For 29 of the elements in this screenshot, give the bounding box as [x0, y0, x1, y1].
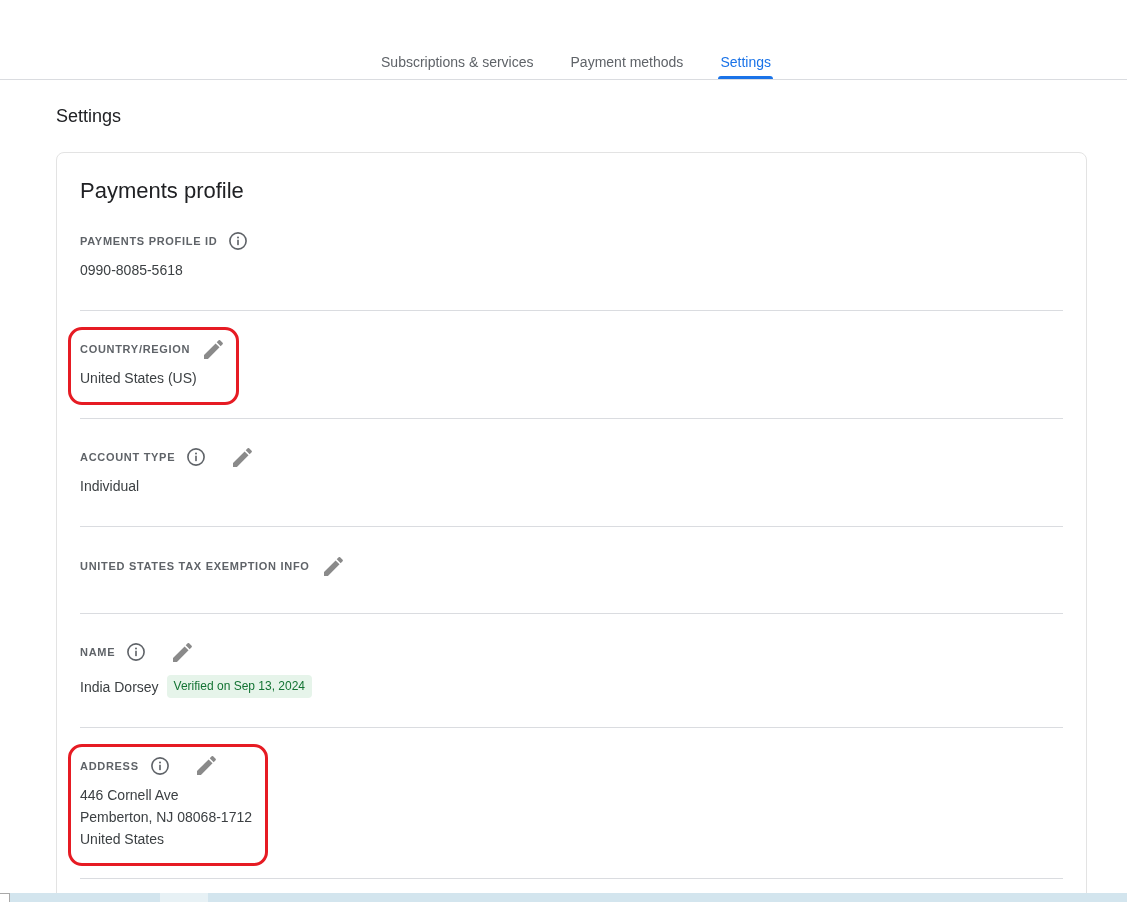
page-heading: Settings [56, 105, 122, 128]
info-icon[interactable] [127, 643, 146, 661]
field-label: NAME [80, 645, 116, 660]
info-icon[interactable] [229, 232, 248, 250]
info-icon[interactable] [187, 448, 206, 466]
pencil-icon[interactable] [204, 339, 224, 359]
bar-segment [160, 893, 208, 902]
pencil-icon[interactable] [233, 447, 253, 467]
field-label: ACCOUNT TYPE [80, 450, 176, 465]
pencil-icon[interactable] [323, 556, 343, 576]
field-value: 0990-8085-5618 [80, 261, 184, 280]
tab[interactable]: Settings [718, 52, 773, 79]
pencil-icon[interactable] [173, 642, 193, 662]
field-label: COUNTRY/REGION [80, 342, 191, 357]
field-value: United States [80, 829, 166, 849]
verified-badge: Verified on Sep 13, 2024 [166, 675, 313, 698]
field-value: 446 Cornell Ave [80, 785, 180, 805]
field-label: UNITED STATES TAX EXEMPTION INFO [80, 559, 310, 574]
field-value: India Dorsey [80, 677, 159, 697]
field-value: Individual [80, 477, 141, 496]
tab[interactable]: Payment methods [568, 52, 686, 79]
field-label: PAYMENTS PROFILE ID [80, 234, 218, 249]
tab[interactable]: Subscriptions & services [379, 52, 536, 79]
field-value: United States (US) [80, 369, 198, 388]
pencil-icon[interactable] [196, 756, 216, 775]
field-value: Pemberton, NJ 08068-1712 [80, 807, 252, 827]
field-label: ADDRESS [80, 758, 139, 774]
card-title: Payments profile [80, 177, 244, 205]
info-icon[interactable] [150, 756, 169, 775]
